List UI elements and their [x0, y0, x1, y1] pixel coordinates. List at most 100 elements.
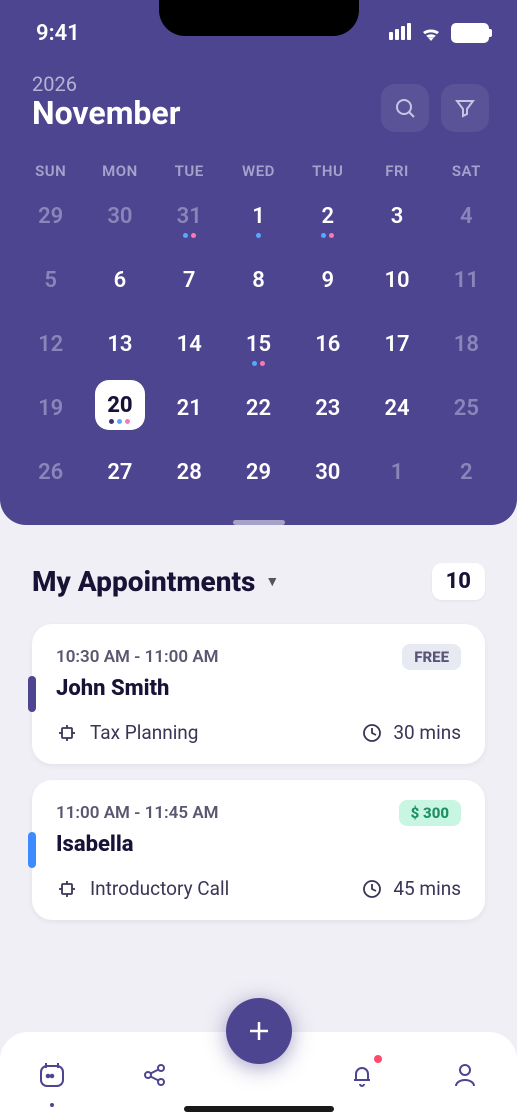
day-number: 11: [454, 268, 479, 293]
weekday-label: SUN: [16, 162, 85, 180]
calendar-day[interactable]: 12: [16, 316, 85, 372]
profile-icon: [451, 1061, 479, 1089]
calendar-day[interactable]: 25: [432, 380, 501, 436]
month-year-heading[interactable]: 2026 November: [32, 74, 180, 132]
event-dots: [256, 233, 261, 238]
calendar-day[interactable]: 19: [16, 380, 85, 436]
appointments-list: 10:30 AM - 11:00 AMFREEJohn SmithTax Pla…: [0, 624, 517, 920]
calendar-day[interactable]: 17: [362, 316, 431, 372]
appointments-title[interactable]: My Appointments ▼: [32, 565, 279, 598]
calendar-day[interactable]: 15: [224, 316, 293, 372]
calendar-day[interactable]: 30: [85, 188, 154, 244]
wifi-icon: [419, 24, 443, 42]
weekday-label: MON: [85, 162, 154, 180]
calendar-day[interactable]: 1: [224, 188, 293, 244]
day-number: 26: [38, 460, 63, 485]
calendar-day[interactable]: 28: [155, 444, 224, 500]
appointment-tag: Introductory Call: [90, 877, 229, 900]
tag-icon: [56, 878, 78, 900]
calendar-day[interactable]: 14: [155, 316, 224, 372]
event-dots: [109, 419, 130, 424]
appointments-title-text: My Appointments: [32, 565, 255, 598]
year-label: 2026: [32, 74, 180, 94]
day-number: 15: [246, 332, 271, 357]
active-indicator: [50, 1103, 54, 1107]
calendar-day[interactable]: 3: [362, 188, 431, 244]
day-number: 9: [321, 268, 334, 293]
calendar-day[interactable]: 30: [293, 444, 362, 500]
calendar-grid: 2930311234567891011121314151617181920212…: [0, 180, 517, 520]
weekday-label: TUE: [155, 162, 224, 180]
status-time: 9:41: [36, 21, 80, 46]
calendar-day[interactable]: 18: [432, 316, 501, 372]
day-number: 2: [460, 460, 473, 485]
day-number: 21: [177, 396, 202, 421]
nav-share[interactable]: [137, 1057, 173, 1093]
calendar-day[interactable]: 21: [155, 380, 224, 436]
calendar-day[interactable]: 22: [224, 380, 293, 436]
day-number: 23: [315, 396, 340, 421]
weekday-label: FRI: [362, 162, 431, 180]
calendar-day[interactable]: 23: [293, 380, 362, 436]
day-number: 8: [252, 268, 265, 293]
day-number: 1: [391, 460, 404, 485]
appointment-time: 11:00 AM - 11:45 AM: [56, 803, 219, 823]
day-number: 27: [107, 460, 132, 485]
day-number: 1: [252, 204, 265, 229]
day-number: 10: [384, 268, 409, 293]
drag-handle[interactable]: [233, 520, 285, 525]
day-number: 18: [454, 332, 479, 357]
day-number: 7: [183, 268, 196, 293]
notification-badge: [374, 1055, 382, 1063]
tag-icon: [56, 722, 78, 744]
nav-profile[interactable]: [447, 1057, 483, 1093]
calendar-day[interactable]: 4: [432, 188, 501, 244]
weekday-label: SAT: [432, 162, 501, 180]
calendar-day[interactable]: 9: [293, 252, 362, 308]
calendar-day[interactable]: 16: [293, 316, 362, 372]
calendar-panel: 9:41 2026 November SUNMONTUEWEDTHUFRISAT…: [0, 0, 517, 525]
calendar-day[interactable]: 11: [432, 252, 501, 308]
day-number: 28: [177, 460, 202, 485]
day-number: 2: [321, 204, 334, 229]
appointment-card[interactable]: 11:00 AM - 11:45 AM$ 300IsabellaIntroduc…: [32, 780, 485, 920]
day-number: 30: [107, 204, 132, 229]
add-button[interactable]: [226, 998, 292, 1064]
day-number: 25: [454, 396, 479, 421]
calendar-day[interactable]: 5: [16, 252, 85, 308]
day-number: 30: [315, 460, 340, 485]
calendar-day[interactable]: 24: [362, 380, 431, 436]
calendar-day[interactable]: 29: [224, 444, 293, 500]
calendar-day[interactable]: 1: [362, 444, 431, 500]
calendar-day[interactable]: 7: [155, 252, 224, 308]
nav-calendar[interactable]: [34, 1057, 70, 1093]
calendar-day[interactable]: 6: [85, 252, 154, 308]
share-icon: [141, 1061, 169, 1089]
day-number: 20: [107, 393, 132, 418]
calendar-day[interactable]: 27: [85, 444, 154, 500]
event-dots: [183, 233, 196, 238]
calendar-day[interactable]: 2: [293, 188, 362, 244]
day-number: 22: [246, 396, 271, 421]
calendar-day[interactable]: 20: [95, 380, 145, 430]
appointment-duration: 30 mins: [393, 721, 461, 744]
day-number: 6: [114, 268, 127, 293]
calendar-day[interactable]: 2: [432, 444, 501, 500]
event-dots: [321, 233, 334, 238]
appointment-card[interactable]: 10:30 AM - 11:00 AMFREEJohn SmithTax Pla…: [32, 624, 485, 764]
filter-button[interactable]: [441, 84, 489, 132]
calendar-day[interactable]: 29: [16, 188, 85, 244]
accent-stripe: [28, 676, 36, 712]
nav-notifications[interactable]: [344, 1057, 380, 1093]
search-button[interactable]: [381, 84, 429, 132]
calendar-day[interactable]: 26: [16, 444, 85, 500]
calendar-day[interactable]: 13: [85, 316, 154, 372]
calendar-day[interactable]: 10: [362, 252, 431, 308]
calendar-day[interactable]: 31: [155, 188, 224, 244]
price-badge: FREE: [402, 644, 461, 670]
day-number: 29: [246, 460, 271, 485]
home-indicator: [184, 1106, 334, 1112]
calendar-day[interactable]: 8: [224, 252, 293, 308]
clock-icon: [361, 878, 383, 900]
signal-icon: [387, 21, 411, 46]
